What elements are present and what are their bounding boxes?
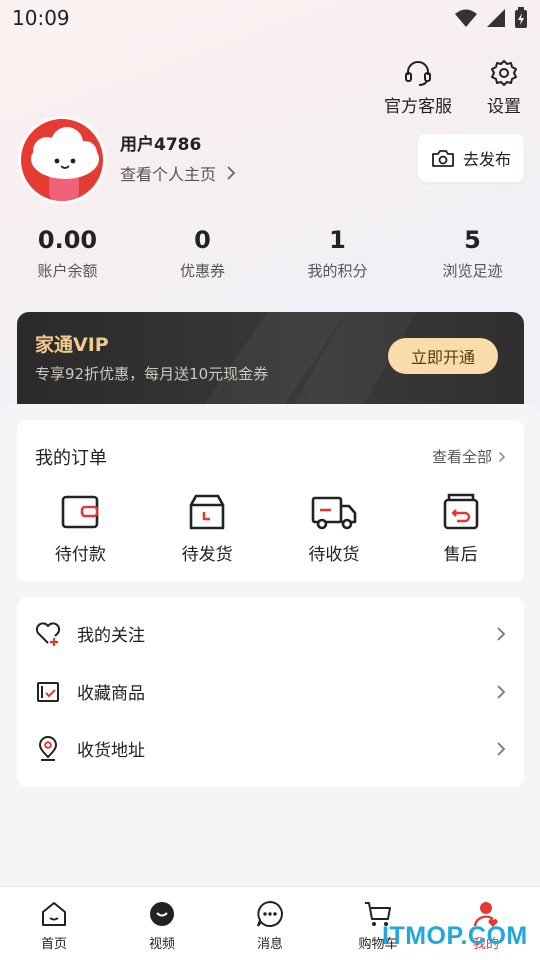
order-label: 待收货	[308, 545, 360, 565]
vip-banner[interactable]: 家通VIP 专享92折优惠，每月送10元现金券 立即开通	[17, 312, 524, 416]
camera-icon	[432, 150, 454, 167]
stat-label: 优惠券	[179, 262, 225, 280]
wifi-icon	[455, 9, 477, 27]
chevron-right-icon	[498, 451, 506, 462]
orders-title: 我的订单	[35, 448, 107, 469]
stat-value: 0	[194, 226, 211, 254]
wallet-icon	[62, 495, 99, 529]
vip-activate-button[interactable]: 立即开通	[388, 338, 498, 374]
view-all-label: 查看全部	[431, 448, 492, 466]
view-profile-link[interactable]: 查看个人主页	[120, 161, 236, 185]
customer-service-label: 官方客服	[384, 97, 452, 117]
settings-label: 设置	[487, 97, 521, 117]
orders-row: 待付款 待发货 待收货 售后	[17, 492, 524, 565]
order-pending-shipment[interactable]: 待发货	[144, 492, 271, 565]
tab-label: 消息	[256, 937, 283, 952]
vip-subtitle: 专享92折优惠，每月送10元现金券	[35, 365, 269, 383]
chevron-right-icon	[497, 741, 506, 756]
status-time: 10:09	[12, 6, 70, 30]
home-icon	[42, 902, 66, 926]
stat-history[interactable]: 5 浏览足迹	[405, 226, 540, 281]
order-label: 售后	[443, 545, 478, 565]
order-label: 待发货	[181, 545, 233, 565]
username: 用户4786	[120, 135, 202, 155]
tab-label: 首页	[40, 937, 67, 952]
status-bar: 10:09	[0, 0, 540, 36]
order-pending-receipt[interactable]: 待收货	[271, 492, 398, 565]
vip-title: 家通VIP	[35, 334, 109, 356]
tab-video[interactable]: 视频	[108, 887, 216, 960]
stat-points[interactable]: 1 我的积分	[270, 226, 405, 281]
message-icon	[257, 900, 283, 927]
tab-label: 视频	[148, 937, 175, 952]
view-profile-label: 查看个人主页	[120, 165, 217, 184]
publish-button[interactable]: 去发布	[418, 134, 524, 182]
order-label: 待付款	[54, 545, 106, 565]
orders-card: 我的订单 查看全部 待付款 待发货 待收货 售后	[17, 420, 524, 582]
gear-icon	[491, 60, 517, 86]
order-after-sales[interactable]: 售后	[397, 492, 524, 565]
truck-icon	[311, 496, 357, 530]
chevron-right-icon	[497, 684, 506, 699]
box-icon	[189, 494, 225, 530]
chevron-right-icon	[497, 626, 506, 641]
menu-item-favorites[interactable]: 收藏商品	[17, 663, 524, 720]
menu-card: 我的关注 收藏商品 收货地址	[17, 597, 524, 787]
avatar[interactable]	[18, 116, 106, 204]
site-watermark: ITMOP.COM	[382, 922, 528, 950]
video-icon	[150, 902, 174, 926]
headset-icon	[405, 61, 431, 86]
heart-plus-icon	[35, 621, 61, 646]
stats-row: 0.00 账户余额 0 优惠券 1 我的积分 5 浏览足迹	[0, 226, 540, 281]
menu-label: 收藏商品	[77, 684, 145, 704]
menu-item-address[interactable]: 收货地址	[17, 720, 524, 777]
signal-icon	[487, 9, 505, 27]
chevron-right-icon	[227, 166, 236, 180]
stat-label: 我的积分	[307, 262, 368, 280]
stat-value: 5	[464, 226, 481, 254]
publish-label: 去发布	[462, 150, 511, 169]
location-icon	[38, 735, 58, 761]
return-icon	[443, 493, 478, 530]
menu-label: 收货地址	[77, 741, 145, 761]
menu-label: 我的关注	[77, 626, 145, 646]
tab-home[interactable]: 首页	[0, 887, 108, 960]
stat-coupons[interactable]: 0 优惠券	[135, 226, 270, 281]
tab-messages[interactable]: 消息	[216, 887, 324, 960]
battery-icon	[515, 7, 527, 28]
view-all-orders-link[interactable]: 查看全部	[432, 446, 506, 467]
stat-label: 账户余额	[37, 262, 98, 280]
stat-label: 浏览足迹	[442, 262, 503, 280]
stat-balance[interactable]: 0.00 账户余额	[0, 226, 135, 281]
settings-button[interactable]: 设置	[487, 58, 521, 117]
collect-icon	[37, 681, 59, 702]
customer-service-button[interactable]: 官方客服	[384, 58, 452, 117]
menu-item-following[interactable]: 我的关注	[17, 605, 524, 662]
status-icons	[454, 7, 528, 29]
stat-value: 1	[329, 226, 346, 254]
stat-value: 0.00	[37, 226, 98, 254]
order-pending-payment[interactable]: 待付款	[17, 492, 144, 565]
